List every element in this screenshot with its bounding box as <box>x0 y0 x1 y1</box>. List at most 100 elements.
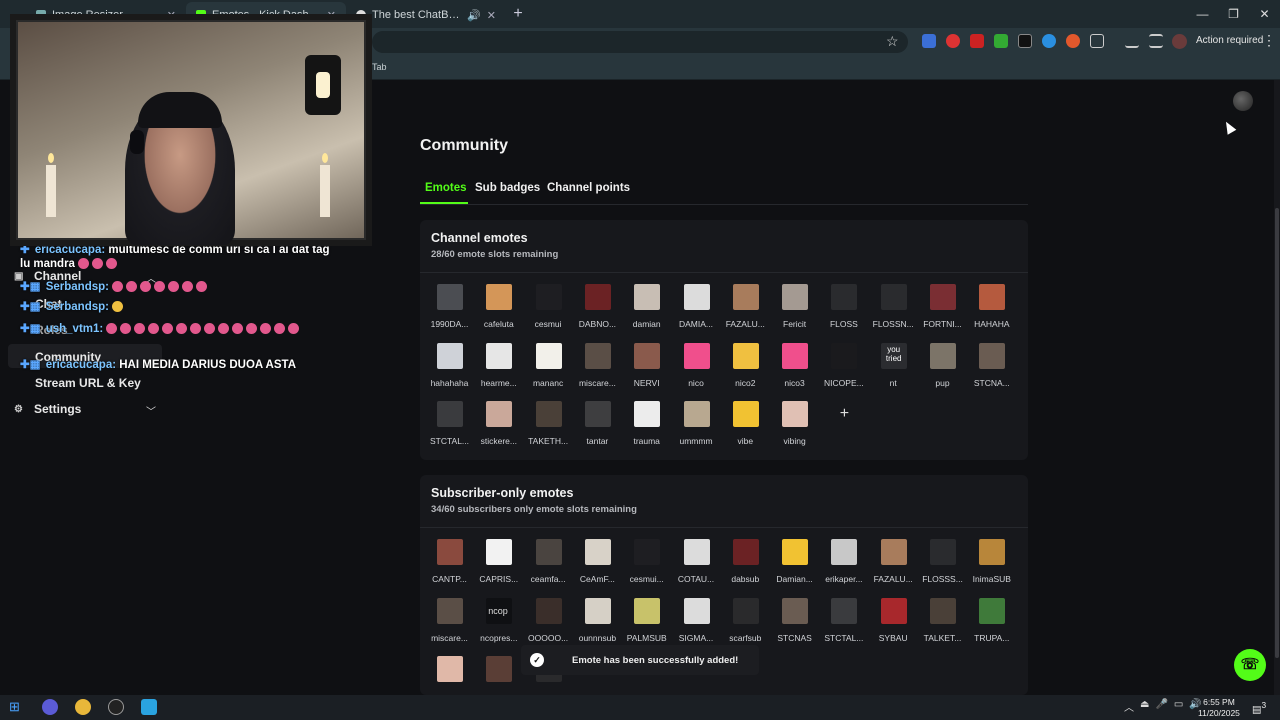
sidebar-item-settings[interactable]: ⚙ Settings <box>14 402 81 416</box>
emote-item[interactable]: erikaper... <box>819 539 868 597</box>
extension-icon[interactable] <box>922 34 936 48</box>
minimize-icon[interactable]: — <box>1187 0 1218 28</box>
action-required-button[interactable]: Action required <box>1196 35 1263 46</box>
emote-item[interactable]: Damian... <box>770 539 819 597</box>
emote-item[interactable]: FLOSSS... <box>918 539 967 597</box>
windows-start-icon[interactable]: ⊞ <box>9 699 25 715</box>
emote-item[interactable]: TAKETH... <box>524 401 573 459</box>
emote-item[interactable]: cesmui <box>524 284 573 342</box>
user-avatar[interactable] <box>1233 91 1253 111</box>
emote-item[interactable]: miscare... <box>573 342 622 401</box>
emote-item[interactable]: STCTAL... <box>819 597 868 656</box>
tab-channel-points[interactable]: Channel points <box>547 182 630 194</box>
emote-item[interactable]: Fericit <box>770 284 819 342</box>
tab-emotes[interactable]: Emotes <box>425 182 467 194</box>
emote-item[interactable]: damian <box>622 284 671 342</box>
emote-item[interactable]: nico <box>672 342 721 401</box>
emote-item[interactable]: mananc <box>524 342 573 401</box>
emote-item[interactable]: 1990DA... <box>425 284 474 342</box>
emote-item[interactable]: FLOSSN... <box>869 284 918 342</box>
sidebar-subitem-stream-url[interactable]: Stream URL & Key <box>35 376 141 390</box>
emote-icon <box>176 323 188 335</box>
new-tab-button[interactable]: + <box>506 5 530 23</box>
emote-item[interactable]: ceamfa... <box>524 539 573 597</box>
download-icon[interactable] <box>1125 34 1139 48</box>
scroll-thumb[interactable] <box>1275 208 1279 658</box>
emote-image <box>979 284 1006 310</box>
emote-name: stickere... <box>480 436 517 446</box>
emote-item[interactable]: vibe <box>721 401 770 459</box>
bookmark-star-icon[interactable]: ☆ <box>886 33 899 50</box>
emote-item[interactable]: DAMIA... <box>672 284 721 342</box>
emote-item[interactable]: pup <box>918 342 967 401</box>
emote-item[interactable]: FAZALU... <box>721 284 770 342</box>
emote-item[interactable]: nico2 <box>721 342 770 401</box>
chrome-icon[interactable] <box>75 699 91 715</box>
emote-item[interactable]: CANTP... <box>425 539 474 597</box>
chevron-up-icon[interactable]: ︿ <box>1124 699 1134 714</box>
emote-item[interactable]: FORTNI... <box>918 284 967 342</box>
microphone-icon[interactable]: 🎤 <box>1155 699 1167 714</box>
app-icon[interactable] <box>141 699 157 715</box>
tab-sub-badges[interactable]: Sub badges <box>475 182 540 194</box>
emote-item[interactable]: FAZALU... <box>869 539 918 597</box>
emote-image <box>880 284 907 310</box>
emote-item[interactable]: FLOSS <box>819 284 868 342</box>
emote-item[interactable]: InimaSUB <box>967 539 1016 597</box>
extension-icon[interactable] <box>1066 34 1080 48</box>
emote-item[interactable]: NERVI <box>622 342 671 401</box>
help-chat-icon[interactable]: ☏ <box>1234 649 1266 681</box>
emote-item[interactable]: hahahaha <box>425 342 474 401</box>
emote-item[interactable]: SYBAU <box>869 597 918 656</box>
emote-item[interactable]: TALKET... <box>918 597 967 656</box>
emote-item[interactable]: hearme... <box>474 342 523 401</box>
emote-item[interactable]: miscare... <box>425 597 474 656</box>
emote-image <box>782 284 809 310</box>
emote-item[interactable]: CAPRIS... <box>474 539 523 597</box>
emote-item[interactable]: trauma <box>622 401 671 459</box>
extension-icon[interactable] <box>1018 34 1032 48</box>
emote-item[interactable]: cafeluta <box>474 284 523 342</box>
bookmark-item[interactable]: Tab <box>372 62 387 72</box>
emote-item[interactable]: ummmm <box>672 401 721 459</box>
obs-icon[interactable] <box>108 699 124 715</box>
address-bar[interactable] <box>372 31 908 53</box>
emote-item[interactable]: nico3 <box>770 342 819 401</box>
restore-icon[interactable]: ❐ <box>1218 0 1249 28</box>
reading-list-icon[interactable] <box>1149 34 1163 48</box>
emote-item[interactable]: vibing <box>770 401 819 459</box>
emote-item[interactable]: STCNA... <box>967 342 1016 401</box>
emote-item[interactable]: STCTAL... <box>425 401 474 459</box>
extension-icon[interactable] <box>970 34 984 48</box>
extension-icon[interactable] <box>994 34 1008 48</box>
emote-item[interactable]: TRUPA... <box>967 597 1016 656</box>
extensions-puzzle-icon[interactable] <box>1090 34 1104 48</box>
taskbar-clock[interactable]: 6:55 PM 11/20/2025 <box>1198 697 1240 719</box>
tab-audio-icon[interactable]: 🔊 <box>467 9 481 22</box>
emote-item[interactable]: COTAU... <box>672 539 721 597</box>
emote-item[interactable]: HAHAHA <box>967 284 1016 342</box>
usb-icon[interactable]: ⏏ <box>1140 699 1149 714</box>
close-window-icon[interactable]: ✕ <box>1249 0 1280 28</box>
page-scrollbar[interactable] <box>1274 80 1280 695</box>
extension-icon[interactable] <box>1042 34 1056 48</box>
emote-item[interactable]: tantar <box>573 401 622 459</box>
add-emote-button[interactable]: + <box>831 401 857 427</box>
emote-item[interactable]: cesmui... <box>622 539 671 597</box>
emote-item[interactable]: DABNO... <box>573 284 622 342</box>
profile-avatar[interactable] <box>1172 34 1187 49</box>
emote-item[interactable]: dabsub <box>721 539 770 597</box>
network-icon[interactable]: ▭ <box>1174 699 1183 714</box>
emote-icon <box>204 323 216 335</box>
discord-icon[interactable] <box>42 699 58 715</box>
notification-icon[interactable]: ▤3 <box>1252 700 1266 715</box>
emote-item[interactable]: stickere... <box>474 401 523 459</box>
emote-image <box>486 656 513 682</box>
extension-icon[interactable] <box>946 34 960 48</box>
browser-menu-icon[interactable]: ⋮ <box>1262 32 1276 49</box>
chevron-down-icon[interactable]: ﹀ <box>146 403 156 418</box>
tab-close-icon[interactable]: ✕ <box>487 9 496 22</box>
emote-item[interactable]: CeAmF... <box>573 539 622 597</box>
emote-item[interactable]: STCNAS <box>770 597 819 656</box>
emote-item[interactable]: NICOPE... <box>819 342 868 401</box>
